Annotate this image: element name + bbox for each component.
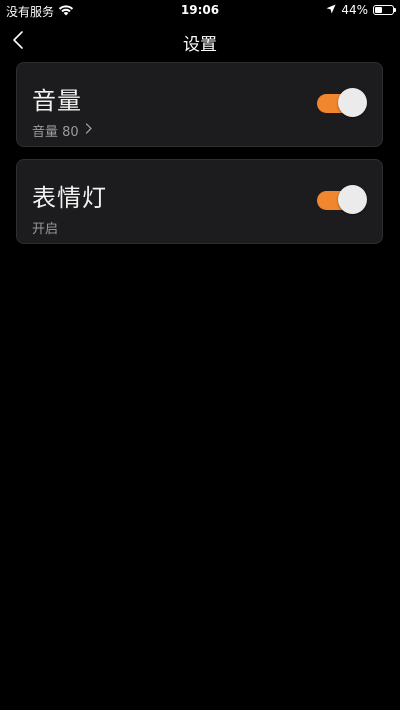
expression-light-card: 表情灯 开启 [16, 159, 383, 244]
battery-level-fill [375, 7, 383, 13]
volume-title: 音量 [32, 87, 82, 115]
expression-light-subtitle: 开启 [32, 222, 59, 237]
status-right: 44% [326, 3, 396, 17]
volume-toggle[interactable] [317, 88, 367, 118]
nav-bar: 设置 [0, 24, 400, 60]
battery-icon [373, 5, 396, 15]
volume-toggle-knob [338, 88, 367, 117]
expression-light-toggle[interactable] [317, 185, 367, 215]
expression-light-status: 开启 [32, 218, 58, 237]
volume-card: 音量 音量 80 [16, 62, 383, 147]
volume-subtitle: 音量 80 [32, 125, 79, 140]
location-arrow-icon [326, 3, 336, 17]
expression-light-toggle-knob [338, 185, 367, 214]
battery-tip [394, 8, 396, 12]
page-title: 设置 [183, 35, 217, 55]
expression-light-title: 表情灯 [32, 184, 107, 212]
settings-screen: 没有服务 19:06 44% 设置 音量 音量 80 表情灯 开启 [0, 0, 400, 710]
chevron-right-icon [85, 123, 92, 138]
status-bar: 没有服务 19:06 44% [0, 0, 400, 20]
volume-detail-link[interactable]: 音量 80 [32, 121, 92, 140]
battery-percent: 44% [341, 3, 368, 17]
